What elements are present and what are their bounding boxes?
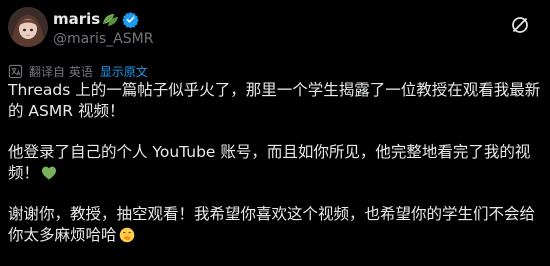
post-paragraph: Threads 上的一篇帖子似乎火了，那里一个学生揭露了一位教授在观看我最新的 … bbox=[8, 80, 544, 122]
author-handle[interactable]: @maris_ASMR bbox=[53, 31, 153, 47]
post-paragraph-text: 他登录了自己的个人 YouTube 账号，而且如你所见，他完整地看完了我的视频！ bbox=[8, 143, 531, 182]
post-paragraph-text: Threads 上的一篇帖子似乎火了，那里一个学生揭露了一位教授在观看我最新的 … bbox=[8, 81, 541, 120]
author-name[interactable]: maris bbox=[53, 10, 100, 28]
slash-circle-icon[interactable] bbox=[510, 15, 530, 35]
hand-over-mouth-emoji bbox=[119, 227, 134, 243]
translation-bar: 翻译自 英语 显示原文 bbox=[8, 62, 148, 80]
post-paragraph-text: 谢谢你，教授，抽空观看！我希望你喜欢这个视频，也希望你的学生们不会给你太多麻烦哈… bbox=[8, 205, 536, 244]
translate-icon bbox=[8, 64, 23, 78]
verified-badge-icon bbox=[122, 11, 139, 28]
author-row: maris bbox=[53, 10, 139, 28]
leaves-icon bbox=[103, 14, 119, 26]
translation-label: 翻译自 英语 bbox=[29, 64, 93, 79]
green-heart-emoji bbox=[42, 166, 57, 180]
avatar[interactable] bbox=[8, 7, 48, 47]
avatar-image bbox=[8, 7, 48, 47]
post-paragraph: 他登录了自己的个人 YouTube 账号，而且如你所见，他完整地看完了我的视频！ bbox=[8, 142, 544, 184]
post-paragraph: 谢谢你，教授，抽空观看！我希望你喜欢这个视频，也希望你的学生们不会给你太多麻烦哈… bbox=[8, 204, 544, 246]
post-body: Threads 上的一篇帖子似乎火了，那里一个学生揭露了一位教授在观看我最新的 … bbox=[8, 80, 544, 266]
post-header: maris @maris_ASMR bbox=[8, 7, 540, 51]
show-original-link[interactable]: 显示原文 bbox=[100, 63, 148, 80]
